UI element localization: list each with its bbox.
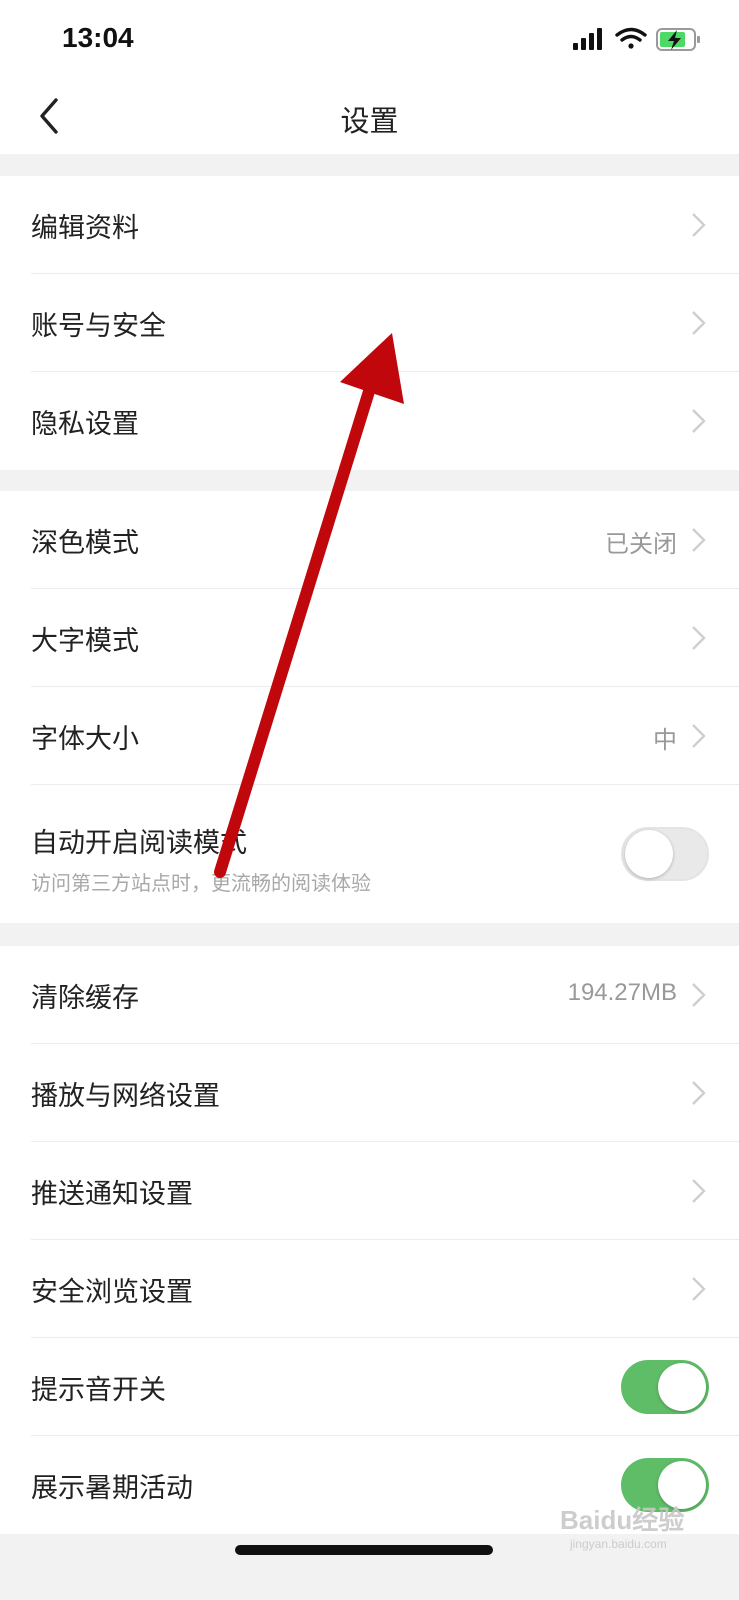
settings-row-account-security[interactable]: 账号与安全 <box>0 274 739 372</box>
settings-group-account: 编辑资料 账号与安全 隐私设置 <box>0 176 739 470</box>
settings-row-push-notifications[interactable]: 推送通知设置 <box>0 1142 739 1240</box>
watermark-url: jingyan.baidu.com <box>570 1537 667 1551</box>
row-value: 194.27MB <box>567 979 677 1006</box>
row-label: 字体大小 <box>31 724 139 755</box>
row-label: 提示音开关 <box>31 1375 166 1406</box>
chevron-right-icon <box>692 409 706 433</box>
settings-row-privacy[interactable]: 隐私设置 <box>0 372 739 470</box>
toggle-knob <box>658 1363 706 1411</box>
settings-row-auto-reading-mode: 自动开启阅读模式 访问第三方站点时，更流畅的阅读体验 <box>0 785 739 923</box>
row-label: 推送通知设置 <box>31 1179 193 1210</box>
chevron-right-icon <box>692 724 706 748</box>
battery-charging-icon <box>656 28 700 51</box>
row-label: 账号与安全 <box>31 311 166 342</box>
settings-row-large-text[interactable]: 大字模式 <box>0 589 739 687</box>
chevron-right-icon <box>692 1179 706 1203</box>
home-indicator[interactable] <box>235 1545 493 1555</box>
chevron-right-icon <box>692 1081 706 1105</box>
row-label: 安全浏览设置 <box>31 1277 193 1308</box>
settings-row-sound: 提示音开关 <box>0 1338 739 1436</box>
toggle-knob <box>625 830 673 878</box>
status-icons <box>573 26 703 58</box>
watermark-brand: Baidu经验 <box>560 1505 685 1535</box>
settings-group-general: 清除缓存 194.27MB 播放与网络设置 推送通知设置 安全浏览设置 提示音开… <box>0 946 739 1534</box>
row-label: 编辑资料 <box>31 213 139 244</box>
chevron-right-icon <box>692 1277 706 1301</box>
chevron-right-icon <box>692 528 706 552</box>
settings-row-edit-profile[interactable]: 编辑资料 <box>0 176 739 274</box>
settings-row-playback-network[interactable]: 播放与网络设置 <box>0 1044 739 1142</box>
row-value: 已关闭 <box>605 530 677 558</box>
chevron-right-icon <box>692 213 706 237</box>
settings-group-display: 深色模式 已关闭 大字模式 字体大小 中 自动开启阅读模式 访问第三方站点时，更… <box>0 491 739 923</box>
row-label: 清除缓存 <box>31 983 139 1014</box>
page-title: 设置 <box>340 104 399 138</box>
row-label: 自动开启阅读模式 <box>31 828 247 859</box>
row-label: 播放与网络设置 <box>31 1081 220 1112</box>
settings-row-font-size[interactable]: 字体大小 中 <box>0 687 739 785</box>
row-label: 大字模式 <box>31 626 139 657</box>
nav-bar: 设置 <box>0 80 739 154</box>
status-time: 13:04 <box>62 22 134 53</box>
chevron-right-icon <box>692 626 706 650</box>
row-value: 中 <box>653 726 677 754</box>
chevron-right-icon <box>692 311 706 335</box>
signal-icon <box>573 28 602 50</box>
settings-row-clear-cache[interactable]: 清除缓存 194.27MB <box>0 946 739 1044</box>
settings-row-safe-browsing[interactable]: 安全浏览设置 <box>0 1240 739 1338</box>
row-label: 深色模式 <box>31 528 139 559</box>
chevron-right-icon <box>692 983 706 1007</box>
status-bar: 13:04 <box>0 0 739 80</box>
sound-toggle[interactable] <box>621 1360 709 1414</box>
row-label: 展示暑期活动 <box>31 1473 193 1504</box>
auto-reading-mode-toggle[interactable] <box>621 827 709 881</box>
wifi-icon <box>615 27 647 49</box>
settings-row-dark-mode[interactable]: 深色模式 已关闭 <box>0 491 739 589</box>
row-subtitle: 访问第三方站点时，更流畅的阅读体验 <box>31 871 371 895</box>
baidu-watermark: Baidu经验 jingyan.baidu.com <box>560 1500 684 1551</box>
row-label: 隐私设置 <box>31 409 139 440</box>
